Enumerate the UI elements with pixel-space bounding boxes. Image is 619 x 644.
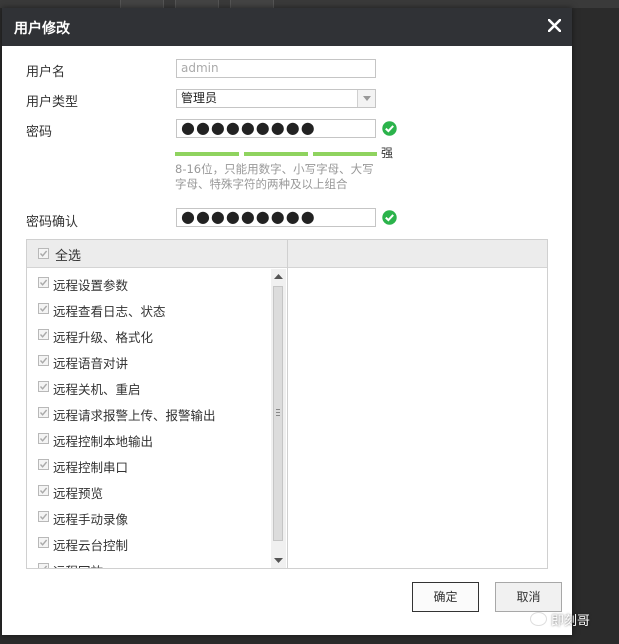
check-circle-icon <box>382 210 397 225</box>
user-type-label: 用户类型 <box>26 95 79 110</box>
strength-label: 强 <box>381 146 394 160</box>
permission-checkbox[interactable] <box>38 303 49 314</box>
channel-list-header <box>288 240 547 268</box>
scroll-thumb[interactable] <box>273 286 283 541</box>
close-button[interactable] <box>542 13 566 39</box>
permission-checkbox[interactable] <box>38 537 49 548</box>
permission-item[interactable]: 远程关机、重启 <box>27 377 267 397</box>
password-field[interactable]: ●●●●●●●●● <box>176 119 376 138</box>
confirm-password-label: 密码确认 <box>26 215 79 230</box>
permission-checkbox[interactable] <box>38 277 49 288</box>
username-label: 用户名 <box>26 65 66 80</box>
permission-item[interactable]: 远程预览 <box>27 481 267 501</box>
permission-panel: 全选 远程设置参数 远程查看日志、状态 远程升级、格式化 远程语音对讲 远程关机、重启远… <box>26 239 548 569</box>
permission-item-label: 远程回放 <box>53 561 103 568</box>
permission-item-label: 远程云台控制 <box>53 538 129 553</box>
wechat-icon <box>530 612 547 626</box>
background-window <box>0 0 619 8</box>
permission-item[interactable]: 远程手动录像 <box>27 507 267 527</box>
dropdown-arrow-icon[interactable] <box>357 90 375 107</box>
permission-item[interactable]: 远程请求报警上传、报警输出 <box>27 403 267 423</box>
permission-item[interactable]: 远程查看日志、状态 <box>27 299 267 319</box>
scrollbar[interactable] <box>271 269 286 568</box>
permission-item-label: 远程设置参数 <box>53 278 129 293</box>
dialog-title: 用户修改 <box>14 21 70 37</box>
permission-item-label: 远程请求报警上传、报警输出 <box>53 408 216 423</box>
password-label: 密码 <box>26 125 53 140</box>
strength-bar-2 <box>244 152 308 156</box>
user-edit-dialog: 用户修改 用户名 admin 用户类型 管理员 密码 ●●●●●●●●● 强 8… <box>2 8 572 635</box>
permission-checkbox[interactable] <box>38 563 49 568</box>
cancel-button[interactable]: 取消 <box>495 582 562 612</box>
permission-list: 全选 远程设置参数 远程查看日志、状态 远程升级、格式化 远程语音对讲 远程关机、重启远… <box>27 240 288 568</box>
confirm-password-field[interactable]: ●●●●●●●●● <box>176 208 376 227</box>
permission-item-label: 远程升级、格式化 <box>53 330 154 345</box>
permission-item[interactable]: 远程升级、格式化 <box>27 325 267 345</box>
permission-checkbox[interactable] <box>38 329 49 340</box>
select-all-checkbox[interactable] <box>38 248 49 259</box>
permission-checkbox[interactable] <box>38 433 49 444</box>
close-icon <box>547 19 561 32</box>
permission-checkbox[interactable] <box>38 381 49 392</box>
permission-item[interactable]: 远程控制本地输出 <box>27 429 267 449</box>
strength-bar-3 <box>313 152 377 156</box>
dialog-titlebar: 用户修改 <box>2 8 572 46</box>
ok-button[interactable]: 确定 <box>412 582 479 612</box>
permission-item-label: 远程手动录像 <box>53 512 129 527</box>
user-type-select[interactable]: 管理员 <box>176 89 376 108</box>
watermark-text: 即刻哥 <box>551 614 591 629</box>
permission-checkbox[interactable] <box>38 511 49 522</box>
check-circle-icon <box>382 121 397 136</box>
permission-item-label: 远程预览 <box>53 486 104 501</box>
username-field[interactable]: admin <box>176 59 376 78</box>
permission-checkbox[interactable] <box>38 355 49 366</box>
permission-checkbox[interactable] <box>38 485 49 496</box>
permission-item[interactable]: 远程设置参数 <box>27 273 267 293</box>
permission-item[interactable]: 远程回放 <box>27 559 267 568</box>
scroll-down-arrow-icon[interactable] <box>274 558 283 563</box>
permission-item[interactable]: 远程语音对讲 <box>27 351 267 371</box>
permission-checkbox[interactable] <box>38 407 49 418</box>
permission-list-header: 全选 <box>27 240 287 268</box>
permission-item-label: 远程查看日志、状态 <box>53 304 166 319</box>
user-type-value: 管理员 <box>181 91 218 105</box>
permission-item-label: 远程控制本地输出 <box>53 434 154 449</box>
select-all-label: 全选 <box>55 249 82 264</box>
permission-item-label: 远程语音对讲 <box>53 356 129 371</box>
permission-checkbox[interactable] <box>38 459 49 470</box>
permission-item[interactable]: 远程云台控制 <box>27 533 267 553</box>
password-hint: 8-16位，只能用数字、小写字母、大写字母、特殊字符的两种及以上组合 <box>175 162 374 191</box>
strength-bar-1 <box>175 152 239 156</box>
scroll-up-arrow-icon[interactable] <box>274 274 283 279</box>
permission-item[interactable]: 远程控制串口 <box>27 455 267 475</box>
permission-item-label: 远程控制串口 <box>53 460 129 475</box>
permission-item-label: 远程关机、重启 <box>53 382 141 397</box>
